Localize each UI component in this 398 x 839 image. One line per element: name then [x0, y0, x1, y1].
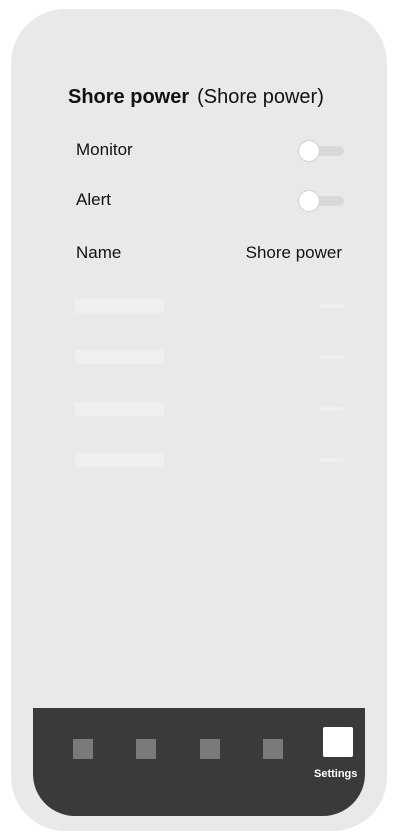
monitor-setting-row: Monitor: [76, 138, 344, 162]
name-placeholder: [75, 299, 164, 313]
tab-4[interactable]: [263, 739, 283, 759]
column-header-name: Name: [76, 243, 122, 262]
tab-3[interactable]: [200, 739, 220, 759]
page-title: Shore power (Shore power): [68, 86, 324, 109]
title-main: Shore power: [68, 86, 190, 108]
tab-2[interactable]: [136, 739, 156, 759]
list-item: [75, 453, 343, 467]
name-placeholder: [75, 453, 164, 467]
monitor-toggle[interactable]: [298, 140, 344, 162]
alert-toggle[interactable]: [298, 190, 344, 212]
name-placeholder: [75, 350, 164, 364]
phone-notch: [106, 9, 310, 49]
alert-label: Alert: [76, 190, 111, 209]
tab-1[interactable]: [73, 739, 93, 759]
title-subtitle: (Shore power): [197, 86, 324, 108]
monitor-label: Monitor: [76, 140, 133, 159]
list-item: [75, 299, 343, 313]
bottom-tab-bar: Settings: [33, 708, 365, 816]
value-placeholder: [320, 355, 343, 359]
column-header-value: Shore power: [245, 243, 342, 262]
value-placeholder: [320, 458, 343, 462]
list-item: [75, 402, 343, 416]
toggle-knob: [298, 190, 320, 212]
value-placeholder: [320, 407, 343, 411]
name-placeholder: [75, 402, 164, 416]
toggle-knob: [298, 140, 320, 162]
tab-settings-label: Settings: [314, 768, 358, 780]
value-placeholder: [320, 304, 343, 308]
alert-setting-row: Alert: [76, 188, 344, 212]
tab-settings[interactable]: [323, 727, 353, 757]
list-item: [75, 350, 343, 364]
